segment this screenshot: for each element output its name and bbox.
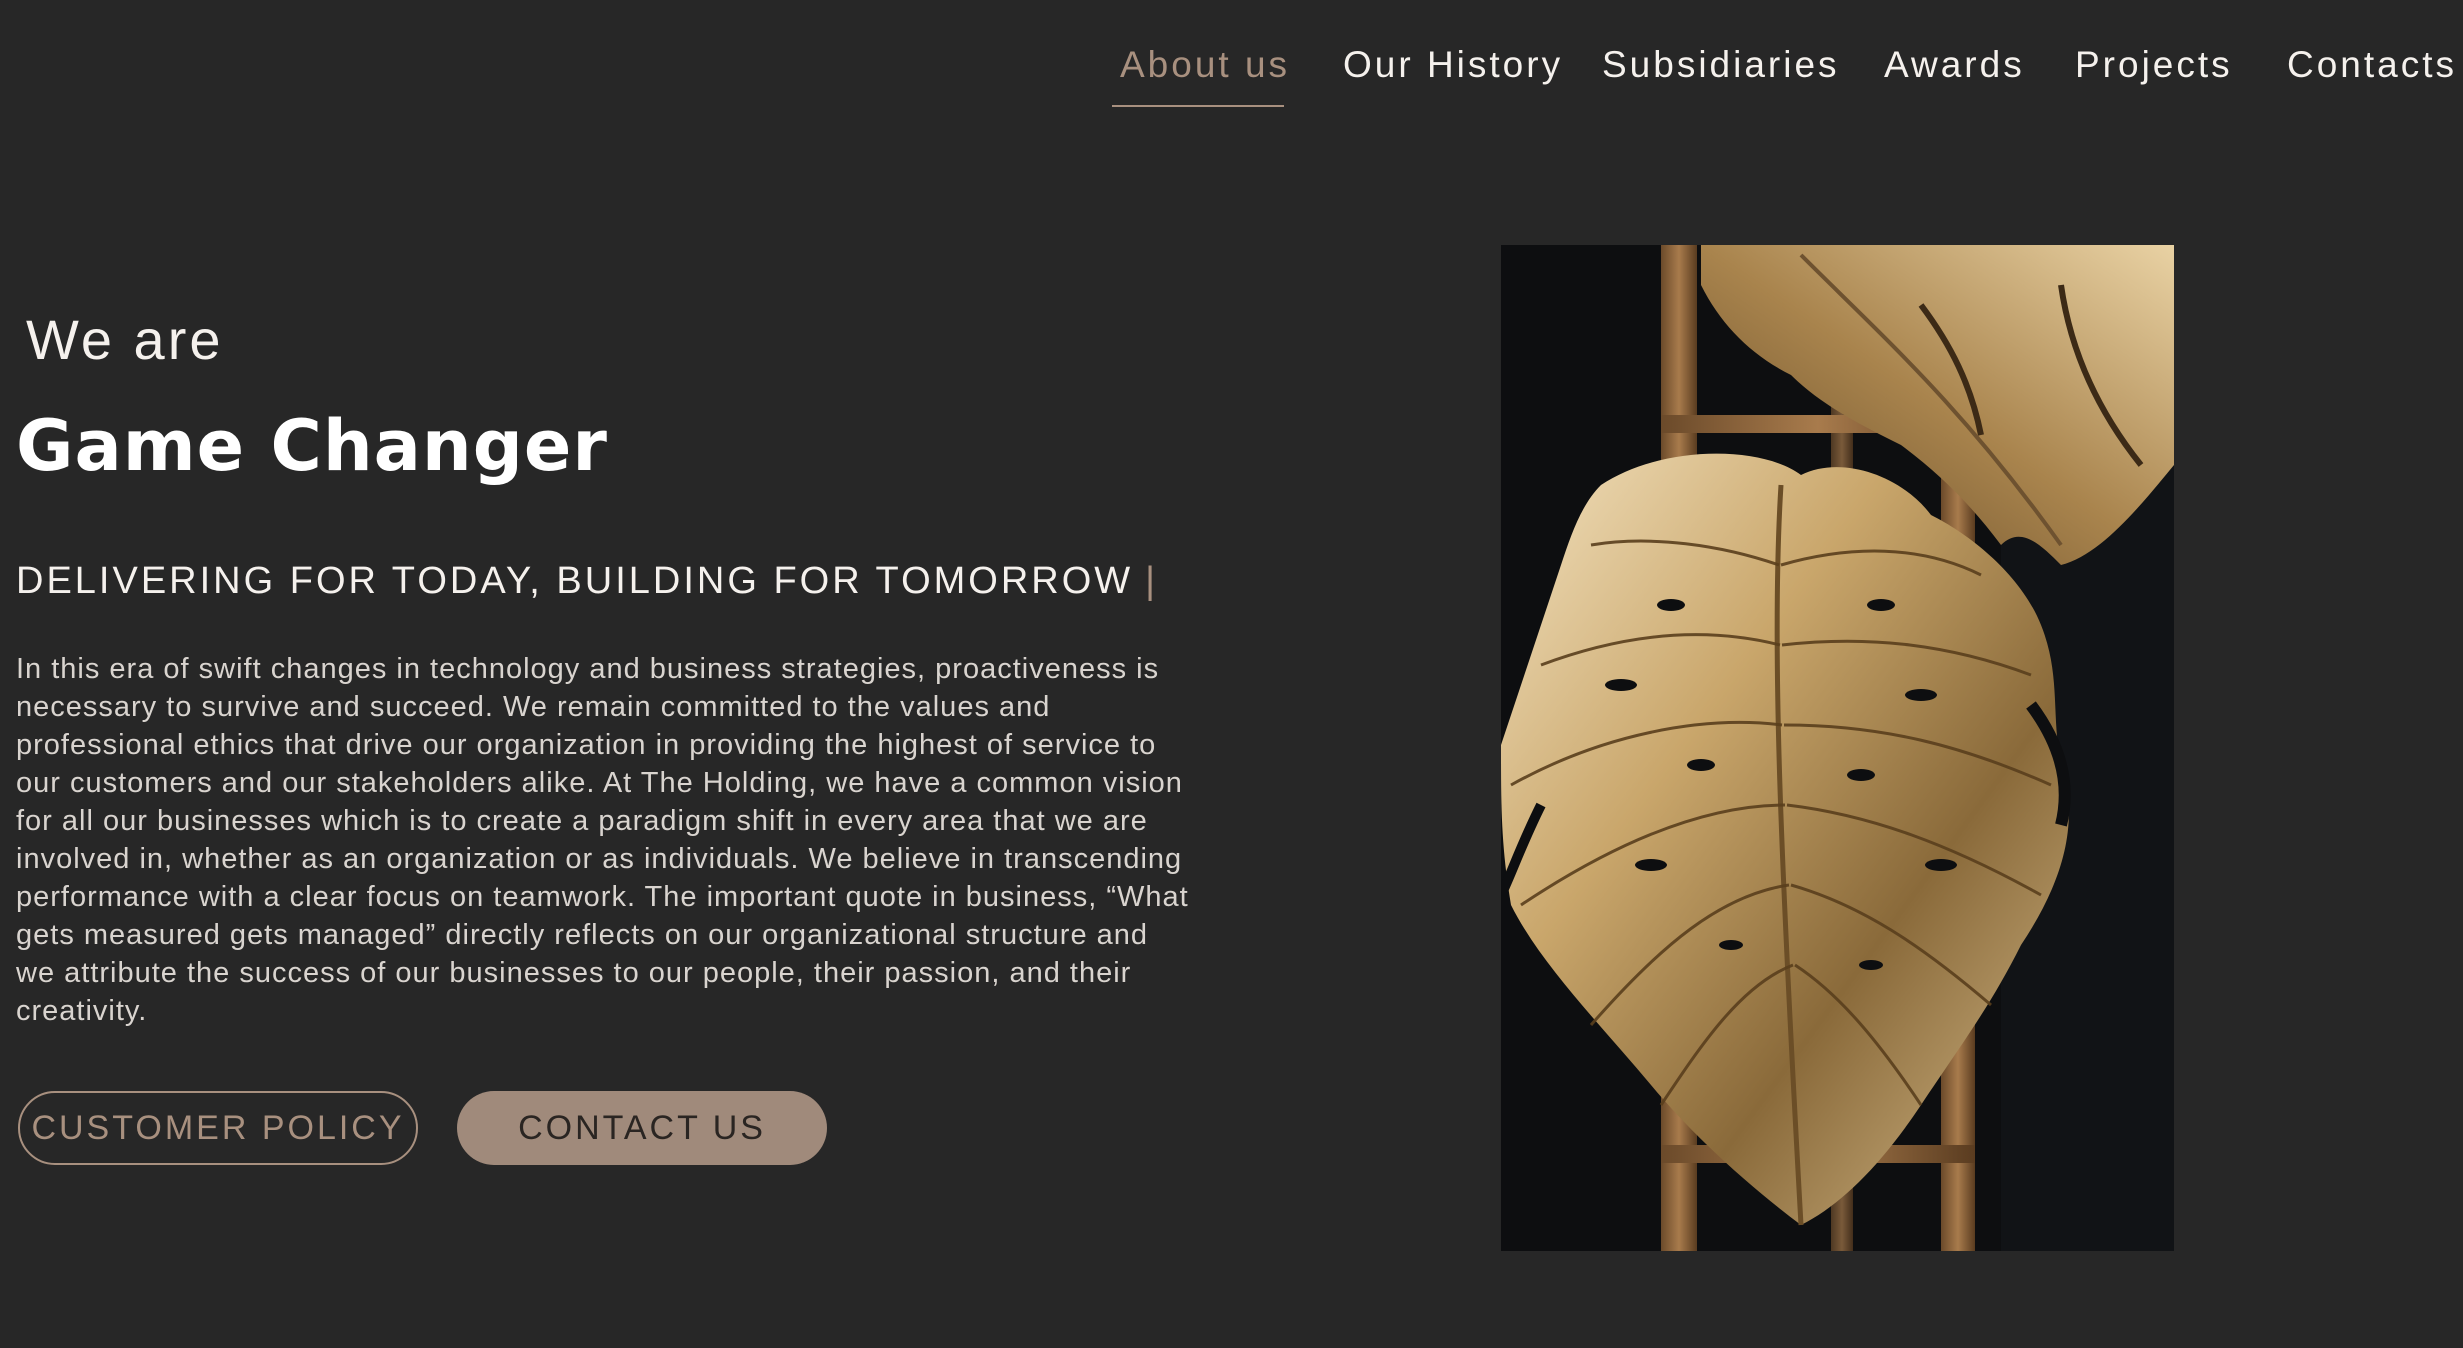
nav-active-underline (1112, 105, 1284, 107)
hero-body-text: In this era of swift changes in technolo… (16, 653, 1189, 1027)
nav-item-about-us[interactable]: About us (1120, 44, 1290, 86)
nav-item-our-history[interactable]: Our History (1343, 44, 1563, 86)
nav-item-projects[interactable]: Projects (2075, 44, 2233, 86)
nav-item-awards[interactable]: Awards (1884, 44, 2025, 86)
hero-tagline: DELIVERING FOR TODAY, BUILDING FOR TOMOR… (16, 560, 1158, 603)
contact-us-button[interactable]: CONTACT US (457, 1091, 827, 1165)
nav-item-contacts[interactable]: Contacts (2287, 44, 2457, 86)
hero-headline: Game Changer (16, 405, 608, 487)
customer-policy-button[interactable]: CUSTOMER POLICY (18, 1091, 418, 1165)
nav-item-subsidiaries[interactable]: Subsidiaries (1602, 44, 1840, 86)
hero-intro: We are (26, 308, 224, 371)
hero-image-golden-monstera (1501, 245, 2174, 1251)
hero-tagline-text: DELIVERING FOR TODAY, BUILDING FOR TOMOR… (16, 560, 1134, 602)
typing-cursor: | (1145, 560, 1159, 602)
monstera-illustration (1501, 245, 2174, 1251)
